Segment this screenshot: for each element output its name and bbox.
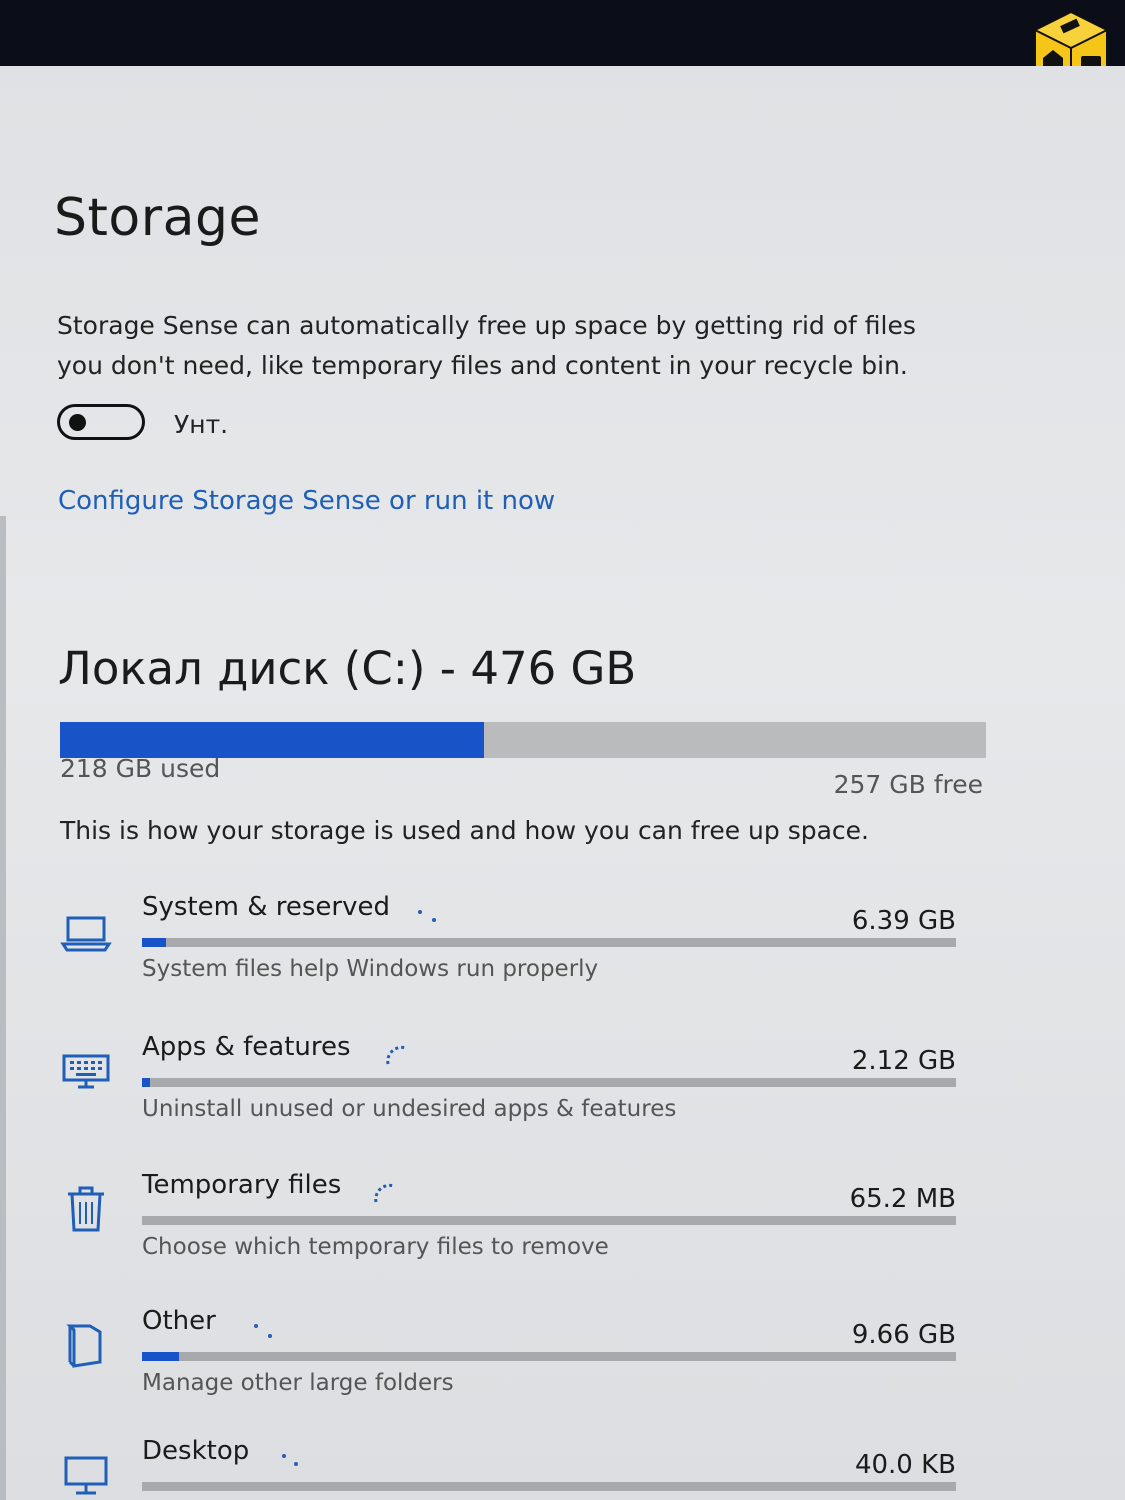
toggle-knob: [69, 414, 86, 431]
used-space-label: 218 GB used: [60, 754, 221, 783]
category-usage-bar: [142, 938, 956, 947]
category-size: 9.66 GB: [851, 1320, 956, 1350]
category-usage-bar: [142, 1078, 956, 1087]
category-subtitle: Choose which temporary files to remove: [142, 1234, 609, 1260]
storage-sense-toggle[interactable]: [57, 404, 145, 440]
loading-spinner-icon: [386, 1045, 407, 1065]
category-size: 6.39 GB: [851, 906, 956, 936]
category-size: 65.2 MB: [849, 1184, 956, 1214]
category-temporary-files[interactable]: Temporary files 65.2 MB Choose which tem…: [56, 1170, 956, 1290]
drive-usage-bar: [60, 722, 986, 758]
category-subtitle: Manage other large folders: [142, 1370, 454, 1396]
loading-spinner-icon: [418, 910, 436, 922]
category-usage-bar: [142, 1482, 956, 1491]
storage-info-text: This is how your storage is used and how…: [60, 816, 869, 845]
toggle-state-label: Унт.: [174, 410, 229, 439]
category-system-reserved[interactable]: System & reserved 6.39 GB System files h…: [56, 892, 956, 1012]
drive-usage-fill: [60, 722, 485, 758]
monitor-icon: [64, 1456, 108, 1495]
loading-spinner-icon: [254, 1324, 272, 1338]
free-space-label: 257 GB free: [833, 770, 983, 799]
loading-spinner-icon: [282, 1454, 298, 1466]
document-icon: [66, 1324, 102, 1368]
category-name: Apps & features: [142, 1032, 351, 1062]
loading-spinner-icon: [374, 1183, 395, 1203]
configure-storage-sense-link[interactable]: Configure Storage Sense or run it now: [58, 486, 555, 516]
category-usage-bar: [142, 1216, 956, 1225]
category-usage-fill: [142, 938, 167, 947]
category-size: 40.0 KB: [854, 1450, 956, 1480]
page-title: Storage: [54, 188, 261, 248]
category-name: System & reserved: [142, 892, 390, 922]
category-desktop[interactable]: Desktop 40.0 KB: [56, 1436, 956, 1500]
trash-icon: [68, 1186, 104, 1232]
laptop-icon: [60, 916, 112, 952]
category-name: Desktop: [142, 1436, 250, 1466]
category-apps-features[interactable]: Apps & features 2.12 GB Uninstall unused…: [56, 1032, 956, 1152]
keyboard-icon: [62, 1054, 110, 1089]
storage-sense-description: Storage Sense can automatically free up …: [57, 311, 916, 380]
category-usage-bar: [142, 1352, 956, 1361]
category-usage-fill: [142, 1078, 151, 1087]
window-edge: [0, 516, 6, 1500]
settings-storage-page: Storage Storage Sense can automatically …: [0, 66, 1125, 1500]
category-size: 2.12 GB: [851, 1046, 956, 1076]
category-name: Other: [142, 1306, 216, 1336]
category-name: Temporary files: [142, 1170, 342, 1200]
category-subtitle: System files help Windows run properly: [142, 956, 599, 982]
category-usage-fill: [142, 1352, 179, 1361]
category-subtitle: Uninstall unused or undesired apps & fea…: [142, 1096, 677, 1122]
drive-title: Локал диск (C:) - 476 GB: [58, 642, 637, 695]
category-other[interactable]: Other 9.66 GB Manage other large folders: [56, 1306, 956, 1426]
monitor-bezel: [0, 0, 1125, 72]
